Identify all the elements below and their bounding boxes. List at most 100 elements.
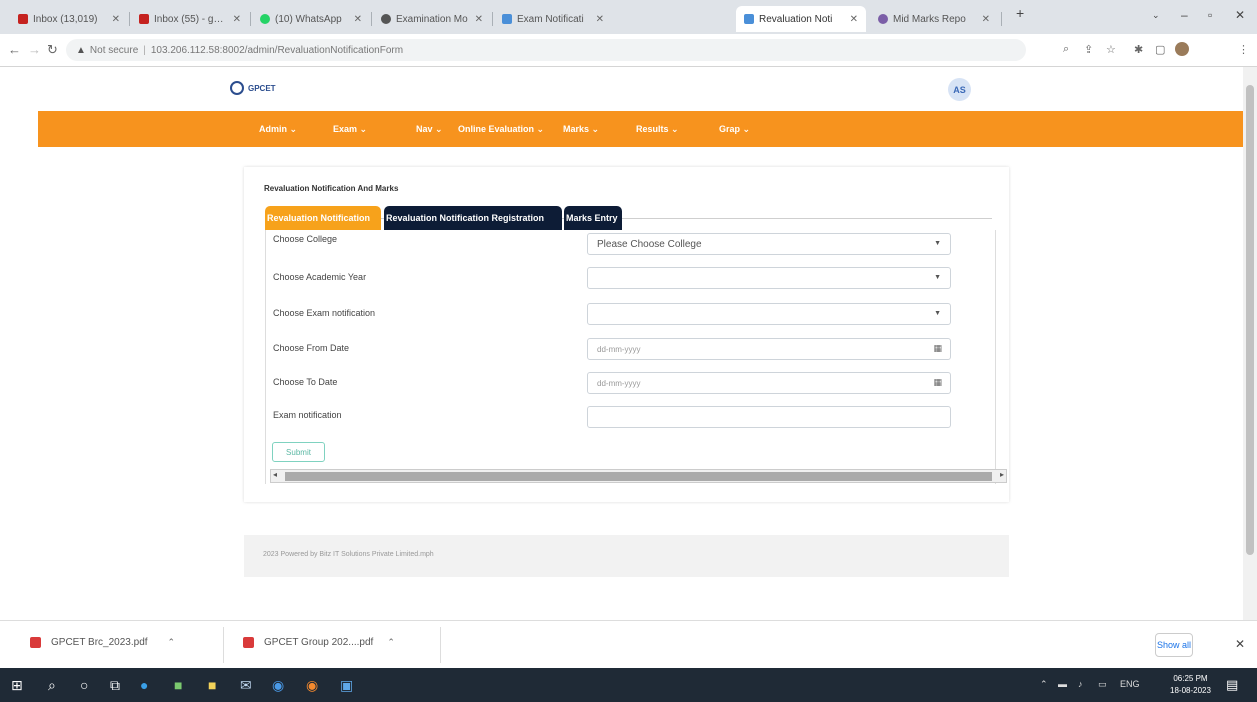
- edge-icon[interactable]: ●: [140, 677, 148, 693]
- app-icon[interactable]: ■: [174, 677, 182, 693]
- browser-tab[interactable]: Inbox (55) - gpcr ✕: [131, 6, 249, 32]
- scroll-left-icon[interactable]: ◂: [273, 470, 277, 479]
- academic-year-label: Choose Academic Year: [273, 272, 367, 282]
- share-icon[interactable]: ⇪: [1084, 43, 1093, 56]
- to-date-input[interactable]: dd-mm-yyyy ▦: [587, 372, 951, 394]
- user-avatar[interactable]: AS: [948, 78, 971, 101]
- pdf-icon: [30, 637, 41, 648]
- browser-tab[interactable]: Mid Marks Repo ✕: [870, 6, 998, 32]
- nav-item-grap[interactable]: Grap ⌄: [719, 124, 750, 135]
- chrome-icon[interactable]: ◉: [272, 677, 284, 694]
- calendar-icon[interactable]: ▦: [933, 377, 942, 388]
- vertical-scrollbar[interactable]: [1243, 67, 1257, 620]
- browser-tab[interactable]: (10) WhatsApp ✕: [252, 6, 370, 32]
- calendar-icon[interactable]: ▦: [933, 343, 942, 354]
- browser-tab-strip: Inbox (13,019) ✕ Inbox (55) - gpcr ✕ (10…: [0, 0, 1257, 34]
- close-icon[interactable]: ✕: [354, 14, 362, 25]
- task-view-icon[interactable]: ⧉: [110, 677, 120, 694]
- chevron-down-icon: ▼: [934, 310, 941, 317]
- show-all-button[interactable]: Show all: [1155, 633, 1193, 657]
- firefox-icon[interactable]: ◉: [306, 677, 318, 694]
- download-item[interactable]: GPCET Group 202....pdf ⌃: [243, 637, 395, 648]
- close-icon[interactable]: ✕: [850, 14, 858, 25]
- close-icon[interactable]: ✕: [233, 14, 241, 25]
- tab-revaluation-notification[interactable]: Revaluation Notification: [265, 206, 381, 230]
- revaluation-card: Revaluation Notification And Marks Reval…: [244, 167, 1009, 502]
- page-footer: 2023 Powered by Bitz IT Solutions Privat…: [244, 535, 1009, 577]
- from-date-input[interactable]: dd-mm-yyyy ▦: [587, 338, 951, 360]
- close-icon[interactable]: ✕: [1235, 637, 1245, 651]
- close-icon[interactable]: ✕: [475, 14, 483, 25]
- browser-tab[interactable]: Examination Mo ✕: [373, 6, 491, 32]
- warning-icon: ▲: [76, 44, 86, 56]
- nav-item-nav[interactable]: Nav ⌄: [416, 124, 443, 135]
- search-icon[interactable]: ⌕: [48, 677, 56, 694]
- site-header: GPCET AS: [0, 67, 1243, 111]
- horizontal-scrollbar[interactable]: ◂ ▸: [270, 469, 1007, 483]
- college-select[interactable]: Please Choose College ▼: [587, 233, 951, 255]
- scroll-thumb[interactable]: [285, 472, 992, 481]
- close-icon[interactable]: ✕: [112, 14, 120, 25]
- main-nav: Admin ⌄ Exam ⌄ Nav ⌄ Online Evaluation ⌄…: [38, 111, 1243, 147]
- scroll-right-icon[interactable]: ▸: [1000, 470, 1004, 479]
- mail-icon[interactable]: ✉: [240, 677, 252, 694]
- minimize-icon[interactable]: –: [1181, 8, 1188, 22]
- battery-icon[interactable]: ▭: [1098, 679, 1107, 690]
- chevron-down-icon: ▼: [934, 274, 941, 281]
- download-item[interactable]: GPCET Brc_2023.pdf ⌃: [30, 637, 175, 648]
- menu-icon[interactable]: ⋮: [1238, 43, 1249, 56]
- volume-icon[interactable]: ♪: [1078, 679, 1083, 689]
- web-page: GPCET AS Admin ⌄ Exam ⌄ Nav ⌄ Online Eva…: [0, 67, 1243, 620]
- site-logo[interactable]: GPCET: [230, 81, 276, 95]
- app-icon[interactable]: ▣: [340, 677, 353, 694]
- chevron-up-icon[interactable]: ⌃: [387, 637, 395, 648]
- bookmark-star-icon[interactable]: ☆: [1106, 43, 1116, 56]
- globe-icon: [381, 14, 391, 24]
- tab-search-icon[interactable]: ⌄: [1152, 10, 1160, 21]
- browser-tab-active[interactable]: Revaluation Noti ✕: [736, 6, 866, 32]
- profile-avatar[interactable]: [1175, 42, 1189, 56]
- tab-marks-entry[interactable]: Marks Entry: [564, 206, 622, 230]
- extensions-icon[interactable]: ✱: [1134, 43, 1143, 56]
- nav-item-admin[interactable]: Admin ⌄: [259, 124, 297, 135]
- pdf-icon: [243, 637, 254, 648]
- new-tab-button[interactable]: +: [1016, 5, 1024, 21]
- page-icon: [502, 14, 512, 24]
- submit-button[interactable]: Submit: [272, 442, 325, 462]
- exam-notification-select[interactable]: ▼: [587, 303, 951, 325]
- cortana-icon[interactable]: ○: [80, 677, 88, 693]
- browser-tab[interactable]: Exam Notificati ✕: [494, 6, 612, 32]
- reload-icon[interactable]: ↻: [47, 42, 58, 58]
- scroll-thumb[interactable]: [1246, 85, 1254, 555]
- forward-icon[interactable]: →: [28, 42, 41, 57]
- tab-revaluation-notification-registration[interactable]: Revaluation Notification Registration: [384, 206, 562, 230]
- window-close-icon[interactable]: ✕: [1235, 8, 1245, 22]
- logo-icon: [230, 81, 244, 95]
- store-icon[interactable]: ■: [208, 677, 216, 693]
- nav-item-results[interactable]: Results ⌄: [636, 124, 679, 135]
- footer-text: 2023 Powered by Bitz IT Solutions Privat…: [263, 551, 434, 558]
- network-icon[interactable]: ▬: [1058, 679, 1067, 689]
- nav-item-online-evaluation[interactable]: Online Evaluation ⌄: [458, 124, 544, 135]
- close-icon[interactable]: ✕: [982, 14, 990, 25]
- back-icon[interactable]: ←: [8, 42, 21, 57]
- zoom-icon[interactable]: ⌕: [1063, 43, 1069, 56]
- notification-icon[interactable]: ▤: [1226, 677, 1238, 693]
- close-icon[interactable]: ✕: [596, 14, 604, 25]
- sidepanel-icon[interactable]: ▢: [1155, 43, 1165, 56]
- revaluation-form: Choose College Please Choose College ▼ C…: [265, 230, 1007, 484]
- restore-icon[interactable]: ▫: [1208, 8, 1212, 22]
- exam-notification-label: Exam notification: [273, 410, 342, 420]
- exam-notification-input[interactable]: [587, 406, 951, 428]
- windows-start-icon[interactable]: ⊞: [11, 677, 23, 694]
- language-indicator[interactable]: ENG: [1120, 679, 1140, 689]
- nav-item-marks[interactable]: Marks ⌄: [563, 124, 599, 135]
- from-date-label: Choose From Date: [273, 343, 350, 353]
- nav-item-exam[interactable]: Exam ⌄: [333, 124, 367, 135]
- tray-overflow-icon[interactable]: ⌃: [1040, 679, 1048, 690]
- academic-year-select[interactable]: ▼: [587, 267, 951, 289]
- address-bar[interactable]: ▲ Not secure | 103.206.112.58:8002/admin…: [66, 39, 1026, 61]
- system-clock[interactable]: 06:25 PM 18-08-2023: [1170, 673, 1211, 697]
- browser-tab[interactable]: Inbox (13,019) ✕: [10, 6, 128, 32]
- chevron-up-icon[interactable]: ⌃: [168, 637, 176, 648]
